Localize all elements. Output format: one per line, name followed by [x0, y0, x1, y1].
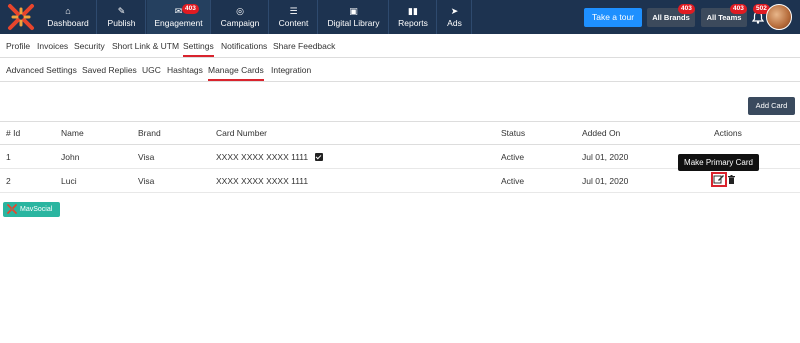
user-avatar[interactable] — [766, 4, 792, 30]
nav-dashboard[interactable]: ⌂ Dashboard — [40, 0, 97, 34]
table-row: 2 Luci Visa XXXX XXXX XXXX 1111 Active J… — [0, 170, 800, 193]
cell-added-on: Jul 01, 2020 — [582, 176, 629, 186]
nav-label: Campaign — [220, 18, 260, 28]
nav-engagement[interactable]: ✉ Engagement 403 — [147, 0, 211, 34]
submenu-integration[interactable]: Integration — [271, 59, 311, 81]
account-menu: Profile Invoices Security Short Link & U… — [0, 35, 800, 58]
mavsocial-logo-icon[interactable] — [7, 3, 35, 31]
inbox-icon: ✉ — [174, 6, 183, 16]
nav-campaign[interactable]: ◎ Campaign — [212, 0, 269, 34]
edit-icon: ✎ — [117, 6, 126, 16]
nav-label: Content — [278, 18, 309, 28]
cell-card-number: XXXX XXXX XXXX 1111 — [216, 146, 323, 168]
cell-card-number: XXXX XXXX XXXX 1111 — [216, 176, 309, 186]
header-card-number: Card Number — [216, 128, 268, 138]
cell-id: 2 — [6, 176, 11, 186]
menu-short-link-utm[interactable]: Short Link & UTM — [112, 35, 179, 57]
engagement-count-badge: 403 — [182, 4, 199, 14]
top-navbar: ⌂ Dashboard ✎ Publish ✉ Engagement 403 ◎… — [0, 0, 800, 34]
submenu-saved-replies[interactable]: Saved Replies — [82, 59, 137, 81]
nav-ads[interactable]: ➤ Ads — [438, 0, 472, 34]
home-icon: ⌂ — [65, 6, 71, 16]
make-primary-button[interactable] — [711, 172, 727, 187]
mavsocial-badge[interactable]: MavSocial — [3, 202, 60, 217]
make-primary-tooltip: Make Primary Card — [678, 154, 759, 171]
header-id: # Id — [6, 128, 21, 138]
briefcase-icon: ▣ — [349, 6, 358, 16]
send-icon: ➤ — [450, 6, 459, 16]
settings-submenu: Advanced Settings Saved Replies UGC Hash… — [0, 59, 800, 82]
nav-label: Ads — [447, 18, 462, 28]
primary-check-icon — [314, 153, 323, 161]
cell-brand: Visa — [138, 176, 155, 186]
add-card-button[interactable]: Add Card — [748, 97, 795, 115]
nav-label: Reports — [398, 18, 428, 28]
menu-security[interactable]: Security — [74, 35, 105, 57]
header-status: Status — [501, 128, 526, 138]
all-brands-badge: 403 — [678, 4, 695, 14]
submenu-hashtags[interactable]: Hashtags — [167, 59, 203, 81]
cell-brand: Visa — [138, 152, 155, 162]
target-icon: ◎ — [236, 6, 244, 16]
edit-icon — [713, 175, 724, 184]
nav-label: Publish — [107, 18, 136, 28]
nav-label: Digital Library — [327, 18, 380, 28]
header-brand: Brand — [138, 128, 161, 138]
cell-status: Active — [501, 176, 525, 186]
nav-publish[interactable]: ✎ Publish — [98, 0, 146, 34]
cell-status: Active — [501, 152, 525, 162]
submenu-manage-cards[interactable]: Manage Cards — [208, 59, 264, 81]
trash-icon[interactable] — [728, 175, 735, 184]
menu-notifications[interactable]: Notifications — [221, 35, 267, 57]
menu-profile[interactable]: Profile — [6, 35, 30, 57]
header-actions: Actions — [714, 128, 742, 138]
cards-table-header: # Id Name Brand Card Number Status Added… — [0, 121, 800, 145]
header-added-on: Added On — [582, 128, 621, 138]
cell-name: Luci — [61, 176, 77, 186]
menu-share-feedback[interactable]: Share Feedback — [273, 35, 335, 57]
card-number-text: XXXX XXXX XXXX 1111 — [216, 152, 309, 162]
submenu-ugc[interactable]: UGC — [142, 59, 161, 81]
mavsocial-logo-icon — [7, 204, 17, 214]
mavsocial-label: MavSocial — [20, 206, 53, 213]
bar-chart-icon: ▮▮ — [408, 6, 418, 16]
list-icon: ☰ — [289, 6, 298, 16]
menu-invoices[interactable]: Invoices — [37, 35, 68, 57]
nav-reports[interactable]: ▮▮ Reports — [390, 0, 437, 34]
submenu-advanced-settings[interactable]: Advanced Settings — [6, 59, 77, 81]
nav-digital-library[interactable]: ▣ Digital Library — [319, 0, 389, 34]
header-name: Name — [61, 128, 84, 138]
nav-content[interactable]: ☰ Content — [270, 0, 318, 34]
all-brands-label: All Brands — [652, 13, 690, 22]
nav-label: Dashboard — [47, 18, 89, 28]
menu-settings[interactable]: Settings — [183, 35, 214, 57]
cell-added-on: Jul 01, 2020 — [582, 152, 629, 162]
cell-id: 1 — [6, 152, 11, 162]
all-teams-badge: 403 — [730, 4, 747, 14]
take-tour-button[interactable]: Take a tour — [584, 8, 642, 27]
cell-name: John — [61, 152, 80, 162]
all-teams-label: All Teams — [706, 13, 742, 22]
nav-label: Engagement — [154, 18, 203, 28]
